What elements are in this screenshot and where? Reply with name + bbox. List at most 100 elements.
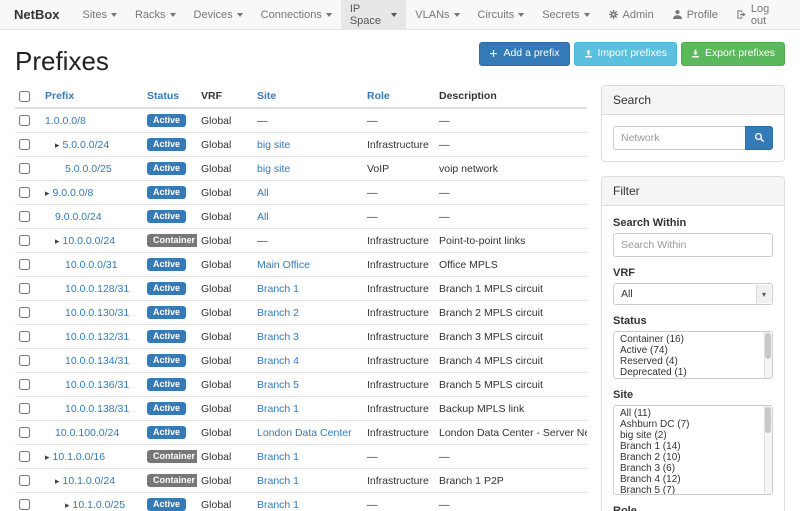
prefix-link[interactable]: 5.0.0.0/25 [65, 163, 112, 175]
listbox-option[interactable]: Reserved (4) [614, 356, 772, 367]
table-row: 5.0.0.0/25ActiveGlobalbig siteVoIPvoip n… [15, 157, 587, 181]
prefix-link[interactable]: 5.0.0.0/24 [63, 139, 110, 151]
site-link[interactable]: Branch 4 [257, 355, 299, 367]
prefix-link[interactable]: 10.0.0.128/31 [65, 283, 129, 295]
nav-item-ip-space[interactable]: IP Space [341, 0, 406, 29]
nav-item-admin[interactable]: Admin [599, 0, 663, 29]
column-header-vrf: VRF [197, 85, 253, 108]
row-select-cell [15, 229, 41, 253]
listbox-option[interactable]: Branch 3 (6) [614, 463, 772, 474]
prefix-link[interactable]: 10.1.0.0/24 [63, 475, 116, 487]
nav-item-label: Devices [194, 9, 233, 21]
prefix-link[interactable]: 10.1.0.0/25 [73, 499, 126, 511]
listbox-option[interactable]: big site (2) [614, 430, 772, 441]
prefix-link[interactable]: 10.0.0.130/31 [65, 307, 129, 319]
scrollbar-track[interactable] [764, 332, 772, 378]
nav-item-devices[interactable]: Devices [185, 0, 252, 29]
prefix-link[interactable]: 10.0.0.132/31 [65, 331, 129, 343]
nav-item-vlans[interactable]: VLANs [406, 0, 468, 29]
listbox-option[interactable]: Active (74) [614, 345, 772, 356]
nav-item-secrets[interactable]: Secrets [533, 0, 598, 29]
filter-input-search-within[interactable] [613, 233, 773, 257]
row-checkbox[interactable] [19, 283, 30, 294]
site-link[interactable]: Branch 1 [257, 283, 299, 295]
status-badge: Active [147, 282, 186, 295]
site-link[interactable]: All [257, 187, 269, 199]
listbox-option[interactable]: Branch 1 (14) [614, 441, 772, 452]
row-checkbox[interactable] [19, 163, 30, 174]
site-link[interactable]: Branch 1 [257, 403, 299, 415]
site-link[interactable]: Main Office [257, 259, 310, 271]
site-link[interactable]: All [257, 211, 269, 223]
column-header-description: Description [435, 85, 587, 108]
search-input[interactable] [613, 126, 745, 150]
scrollbar-thumb[interactable] [765, 407, 771, 433]
row-checkbox[interactable] [19, 307, 30, 318]
row-checkbox[interactable] [19, 331, 30, 342]
nav-item-racks[interactable]: Racks [126, 0, 185, 29]
listbox-option[interactable]: Ashburn DC (7) [614, 419, 772, 430]
row-checkbox[interactable] [19, 499, 30, 510]
row-checkbox[interactable] [19, 139, 30, 150]
listbox-option[interactable]: Branch 4 (12) [614, 474, 772, 485]
site-link[interactable]: Branch 2 [257, 307, 299, 319]
import-icon [584, 49, 593, 58]
column-header-prefix[interactable]: Prefix [41, 85, 143, 108]
prefix-link[interactable]: 9.0.0.0/24 [55, 211, 102, 223]
row-checkbox[interactable] [19, 211, 30, 222]
row-checkbox[interactable] [19, 259, 30, 270]
listbox-option[interactable]: Branch 2 (10) [614, 452, 772, 463]
row-checkbox[interactable] [19, 379, 30, 390]
site-link[interactable]: London Data Center [257, 427, 352, 439]
column-header-role[interactable]: Role [363, 85, 435, 108]
filter-select-vrf[interactable]: All▾ [613, 283, 773, 305]
nav-item-log-out[interactable]: Log out [727, 0, 794, 29]
import-prefixes-button[interactable]: Import prefixes [574, 42, 677, 66]
row-checkbox[interactable] [19, 403, 30, 414]
site-link[interactable]: big site [257, 163, 290, 175]
row-checkbox[interactable] [19, 475, 30, 486]
prefix-link[interactable]: 10.0.0.0/31 [65, 259, 118, 271]
listbox-option[interactable]: Container (16) [614, 334, 772, 345]
scrollbar-thumb[interactable] [765, 333, 771, 359]
filter-listbox-status[interactable]: Container (16)Active (74)Reserved (4)Dep… [613, 331, 773, 379]
scrollbar-track[interactable] [764, 406, 772, 494]
column-header-status[interactable]: Status [143, 85, 197, 108]
listbox-option[interactable]: Deprecated (1) [614, 367, 772, 378]
site-link[interactable]: Branch 1 [257, 451, 299, 463]
row-checkbox[interactable] [19, 115, 30, 126]
nav-item-sites[interactable]: Sites [74, 0, 126, 29]
listbox-option[interactable]: All (11) [614, 408, 772, 419]
prefix-link[interactable]: 10.0.0.134/31 [65, 355, 129, 367]
nav-item-connections[interactable]: Connections [252, 0, 341, 29]
prefix-link[interactable]: 10.0.0.138/31 [65, 403, 129, 415]
nav-item-circuits[interactable]: Circuits [469, 0, 534, 29]
search-button[interactable] [745, 126, 773, 150]
column-header-site[interactable]: Site [253, 85, 363, 108]
prefix-link[interactable]: 1.0.0.0/8 [45, 115, 86, 127]
site-link[interactable]: Branch 1 [257, 499, 299, 511]
prefix-link[interactable]: 9.0.0.0/8 [53, 187, 94, 199]
listbox-option[interactable]: Branch 5 (7) [614, 485, 772, 495]
site-link[interactable]: Branch 3 [257, 331, 299, 343]
site-link[interactable]: Branch 5 [257, 379, 299, 391]
filter-listbox-site[interactable]: All (11)Ashburn DC (7)big site (2)Branch… [613, 405, 773, 495]
row-checkbox[interactable] [19, 235, 30, 246]
add-a-prefix-button[interactable]: Add a prefix [479, 42, 569, 66]
row-checkbox[interactable] [19, 451, 30, 462]
select-all-checkbox[interactable] [19, 91, 30, 102]
row-checkbox[interactable] [19, 187, 30, 198]
nav-item-profile[interactable]: Profile [663, 0, 727, 29]
row-checkbox[interactable] [19, 355, 30, 366]
prefix-link[interactable]: 10.0.0.136/31 [65, 379, 129, 391]
site-link[interactable]: Branch 1 [257, 475, 299, 487]
prefix-link[interactable]: 10.0.0.0/24 [63, 235, 116, 247]
export-prefixes-button[interactable]: Export prefixes [681, 42, 785, 66]
site-link[interactable]: big site [257, 139, 290, 151]
prefix-link[interactable]: 10.1.0.0/16 [53, 451, 106, 463]
prefix-link[interactable]: 10.0.100.0/24 [55, 427, 119, 439]
brand[interactable]: NetBox [0, 0, 74, 29]
description-cell: Point-to-point links [435, 229, 587, 253]
site-cell: London Data Center [253, 421, 363, 445]
row-checkbox[interactable] [19, 427, 30, 438]
